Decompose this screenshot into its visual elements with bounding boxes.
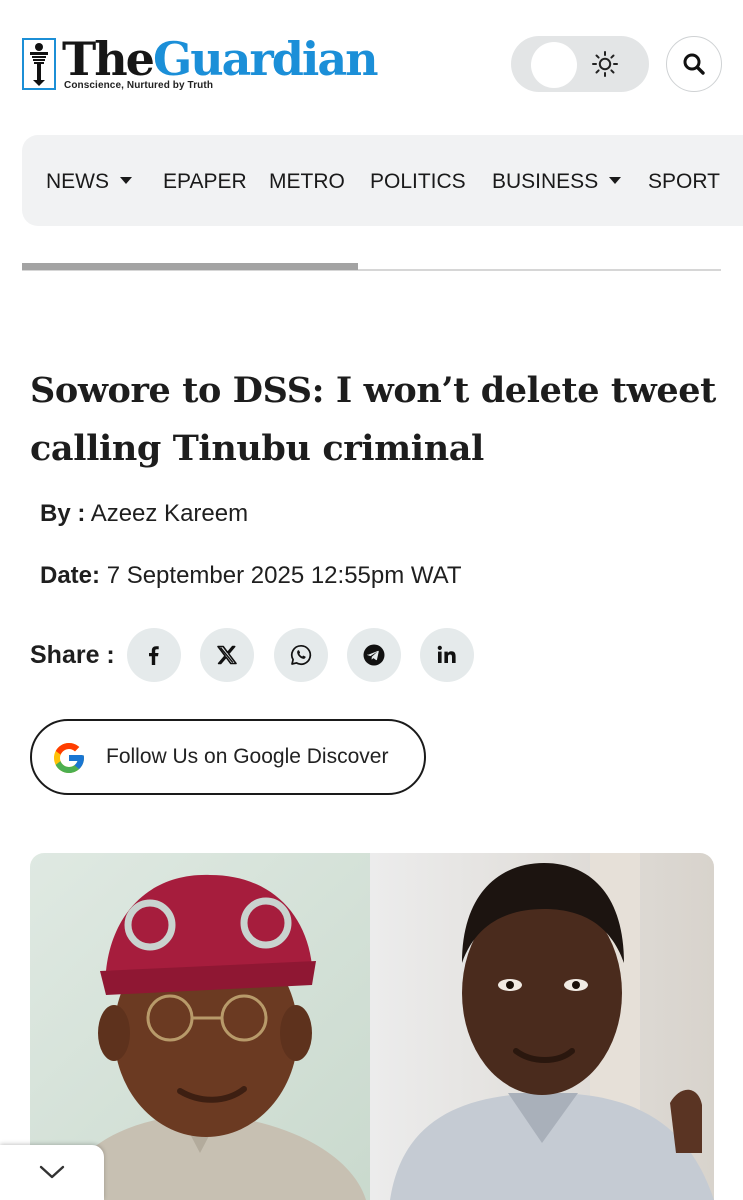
nav-item-politics[interactable]: POLITICS: [370, 135, 466, 226]
theme-toggle[interactable]: [511, 36, 649, 92]
nav-item-label: NEWS: [46, 170, 109, 193]
author-name[interactable]: Azeez Kareem: [91, 500, 248, 527]
nav-item-label: SPORT: [648, 170, 720, 193]
collapse-toggle-button[interactable]: [0, 1145, 104, 1200]
article-image: [30, 853, 714, 1200]
nav-item-business[interactable]: BUSINESS: [492, 135, 622, 226]
share-x-button[interactable]: [200, 628, 254, 682]
x-icon: [217, 645, 237, 665]
crest-icon: [22, 38, 56, 90]
share-linkedin-button[interactable]: [420, 628, 474, 682]
nav-item-label: METRO: [269, 170, 345, 193]
search-icon: [683, 53, 705, 75]
sun-icon: [592, 51, 618, 77]
byline-label: By :: [40, 500, 86, 527]
caret-down-icon: [120, 176, 132, 184]
date-value: 7 September 2025 12:55pm WAT: [106, 562, 462, 589]
brand-tagline: Conscience, Nurtured by Truth: [64, 80, 214, 91]
article-headline: Sowore to DSS: I won’t delete tweet call…: [30, 370, 716, 469]
nav-item-label: POLITICS: [370, 170, 466, 193]
nav-item-metro[interactable]: METRO: [269, 135, 345, 226]
article-date: Date: 7 September 2025 12:55pm WAT: [40, 562, 462, 590]
share-whatsapp-button[interactable]: [274, 628, 328, 682]
nav-item-label: BUSINESS: [492, 170, 599, 193]
main-nav: NEWS EPAPER METRO POLITICS BUSINESS SPOR…: [22, 135, 743, 226]
share-facebook-button[interactable]: [127, 628, 181, 682]
google-icon: [54, 743, 84, 773]
nav-item-news[interactable]: NEWS: [46, 135, 132, 226]
google-discover-label: Follow Us on Google Discover: [106, 745, 389, 768]
share-label: Share :: [30, 641, 115, 669]
telegram-icon: [363, 644, 385, 666]
toggle-knob: [531, 42, 577, 88]
nav-item-label: EPAPER: [163, 170, 247, 193]
brand-the: The: [62, 32, 155, 86]
brand-guardian: Guardian: [152, 32, 379, 86]
nav-item-epaper[interactable]: EPAPER: [163, 135, 247, 226]
guardian-logo[interactable]: TheGuardian Conscience, Nurtured by Trut…: [22, 32, 379, 94]
chevron-down-icon: [39, 1165, 65, 1179]
linkedin-icon: [437, 645, 456, 663]
facebook-icon: [149, 646, 159, 665]
nav-item-sport[interactable]: SPORT: [648, 135, 720, 226]
article-byline: By : Azeez Kareem: [40, 500, 248, 528]
date-label: Date:: [40, 562, 101, 589]
google-discover-follow-button[interactable]: Follow Us on Google Discover: [30, 719, 426, 795]
share-telegram-button[interactable]: [347, 628, 401, 682]
caret-down-icon: [609, 176, 622, 184]
search-button[interactable]: [666, 36, 722, 92]
nav-scroll-indicator[interactable]: [22, 263, 358, 270]
whatsapp-icon: [290, 644, 312, 666]
